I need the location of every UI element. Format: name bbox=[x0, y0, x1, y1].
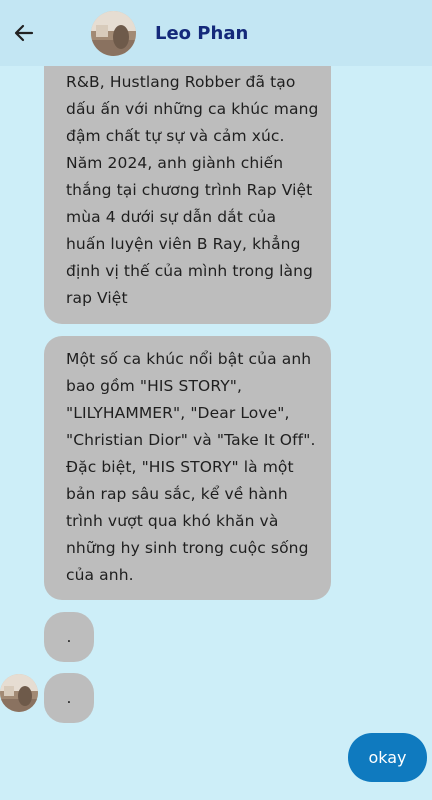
sent-message-bubble: okay bbox=[348, 733, 427, 782]
message-line: "Christian Dior" và "Take It Off". bbox=[66, 431, 316, 449]
message-text: . bbox=[66, 628, 72, 646]
chat-header: Leo Phan bbox=[0, 0, 432, 66]
message-line: bao gồm "HIS STORY", bbox=[66, 377, 243, 395]
message-line: đậm chất tự sự và cảm xúc. bbox=[66, 127, 285, 145]
message-text: . bbox=[66, 689, 72, 707]
avatar-photo bbox=[91, 11, 136, 56]
message-text: okay bbox=[368, 748, 407, 767]
message-line: Một số ca khúc nổi bật của anh bbox=[66, 350, 312, 368]
message-line: những hy sinh trong cuộc sống bbox=[66, 539, 309, 557]
message-line: "LILYHAMMER", "Dear Love", bbox=[66, 404, 290, 422]
message-line: huấn luyện viên B Ray, khẳng bbox=[66, 235, 301, 253]
message-line: bản rap sâu sắc, kể về hành bbox=[66, 485, 288, 503]
message-line: dấu ấn với những ca khúc mang bbox=[66, 100, 319, 118]
avatar-photo bbox=[0, 674, 38, 712]
message-line: mùa 4 dưới sự dẫn dắt của bbox=[66, 208, 277, 226]
message-line: của anh. bbox=[66, 566, 134, 584]
message-line: trình vượt qua khó khăn và bbox=[66, 512, 279, 530]
arrow-left-icon bbox=[14, 24, 34, 42]
back-button[interactable] bbox=[8, 17, 40, 49]
received-message-bubble: . bbox=[44, 612, 94, 662]
message-line: định vị thế của mình trong làng bbox=[66, 262, 313, 280]
contact-name: Leo Phan bbox=[155, 23, 249, 44]
message-line: Năm 2024, anh giành chiến bbox=[66, 154, 284, 172]
message-line: thắng tại chương trình Rap Việt bbox=[66, 181, 313, 199]
message-line: Đặc biệt, "HIS STORY" là một bbox=[66, 458, 294, 476]
message-line: R&B, Hustlang Robber đã tạo bbox=[66, 73, 296, 91]
received-message-bubble: . bbox=[44, 673, 94, 723]
chat-screen: R&B, Hustlang Robber đã tạo dấu ấn với n… bbox=[0, 0, 432, 800]
received-message-bubble: Một số ca khúc nổi bật của anh bao gồm "… bbox=[44, 336, 331, 600]
contact-avatar[interactable] bbox=[0, 674, 38, 712]
contact-avatar[interactable] bbox=[91, 11, 136, 56]
received-message-bubble: R&B, Hustlang Robber đã tạo dấu ấn với n… bbox=[44, 24, 331, 324]
message-line: rap Việt bbox=[66, 289, 128, 307]
